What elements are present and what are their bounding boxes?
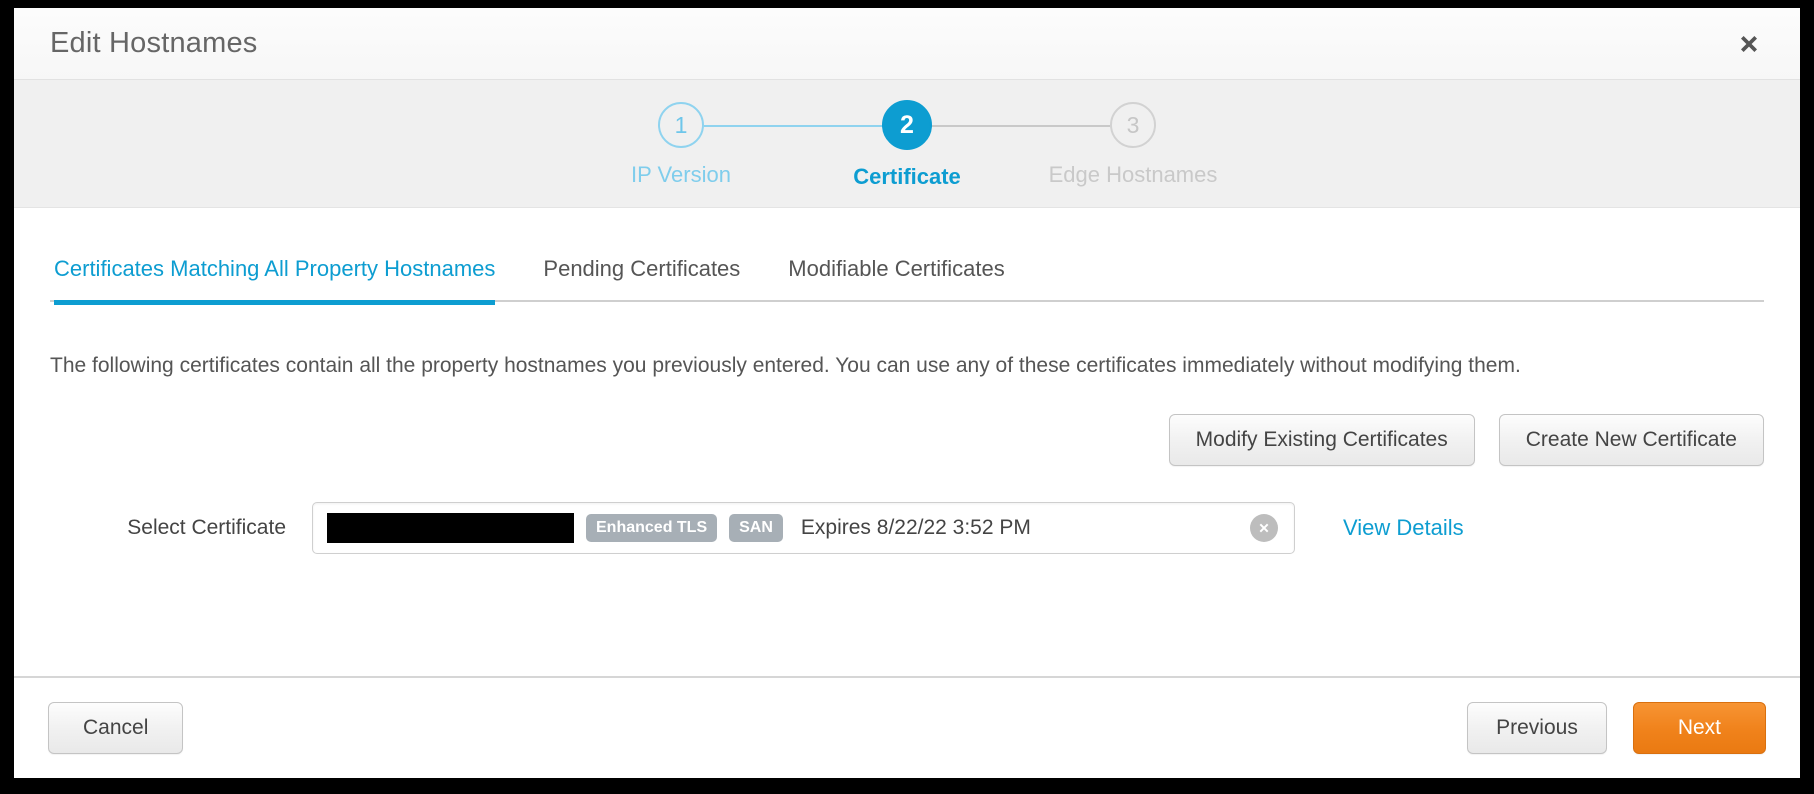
stepper-track: 1 IP Version 2 Certificate 3 Edge Hostna… <box>568 100 1246 190</box>
stepper-step-2-label: Certificate <box>853 164 961 189</box>
badge-enhanced-tls: Enhanced TLS <box>586 514 718 543</box>
tab-bar: Certificates Matching All Property Hostn… <box>50 208 1764 305</box>
view-details-link[interactable]: View Details <box>1343 515 1464 541</box>
select-certificate-row: Select Certificate Enhanced TLS SAN Expi… <box>50 502 1764 555</box>
footer-actions: Previous Next <box>1467 702 1766 754</box>
stepper-step-certificate[interactable]: 2 Certificate <box>794 100 1020 190</box>
stepper-step-2-number: 2 <box>882 100 932 150</box>
dialog-body: Certificates Matching All Property Hostn… <box>14 208 1800 676</box>
stepper-step-3-label: Edge Hostnames <box>1048 162 1218 187</box>
create-new-certificate-button[interactable]: Create New Certificate <box>1498 414 1764 467</box>
dialog-footer: Cancel Previous Next <box>14 676 1800 778</box>
clear-circle-icon[interactable] <box>1250 514 1278 543</box>
select-certificate-input[interactable]: Enhanced TLS SAN Expires 8/22/22 3:52 PM <box>312 502 1295 555</box>
description-text: The following certificates contain all t… <box>50 354 1521 377</box>
close-icon[interactable] <box>1728 23 1770 65</box>
edit-hostnames-dialog: Edit Hostnames 1 IP Version 2 Certificat… <box>14 8 1800 778</box>
stepper-step-1-label: IP Version <box>631 162 731 187</box>
tab-modifiable-certificates[interactable]: Modifiable Certificates <box>788 256 1004 300</box>
tab-certificates-matching-all-property-hostnames[interactable]: Certificates Matching All Property Hostn… <box>54 256 496 305</box>
stepper-step-ip-version[interactable]: 1 IP Version <box>568 102 794 188</box>
tab-pending-certificates[interactable]: Pending Certificates <box>543 256 740 300</box>
cancel-button[interactable]: Cancel <box>48 702 184 754</box>
next-button[interactable]: Next <box>1632 702 1766 754</box>
certificate-name-redacted <box>327 513 574 544</box>
certificate-expiry: Expires 8/22/22 3:52 PM <box>800 516 1031 540</box>
stepper-step-3-number: 3 <box>1110 102 1156 148</box>
previous-button[interactable]: Previous <box>1467 702 1607 754</box>
dialog-header: Edit Hostnames <box>14 8 1800 80</box>
stepper-step-edge-hostnames[interactable]: 3 Edge Hostnames <box>1020 102 1246 188</box>
modify-existing-certificates-button[interactable]: Modify Existing Certificates <box>1168 414 1475 467</box>
select-certificate-label: Select Certificate <box>127 516 286 540</box>
stepper-step-1-number: 1 <box>658 102 704 148</box>
wizard-stepper: 1 IP Version 2 Certificate 3 Edge Hostna… <box>14 80 1800 208</box>
page-title: Edit Hostnames <box>50 27 258 59</box>
certificate-actions: Modify Existing Certificates Create New … <box>50 414 1764 467</box>
badge-san: SAN <box>729 514 783 543</box>
